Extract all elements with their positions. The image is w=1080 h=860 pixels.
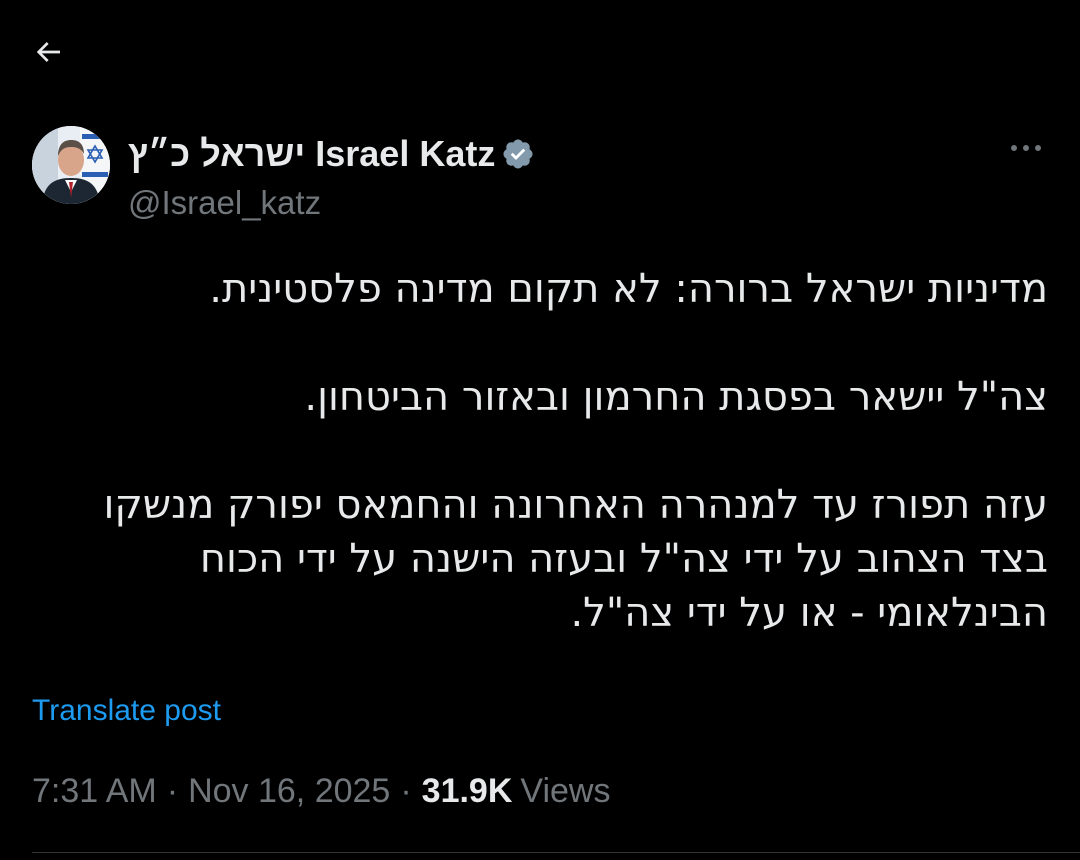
divider	[32, 852, 1080, 853]
post-line: מדיניות ישראל ברורה: לא תקום מדינה פלסטי…	[209, 266, 1048, 312]
display-name[interactable]: ישראל כ״ץ Israel Katz	[128, 133, 495, 175]
post-date[interactable]: Nov 16, 2025	[188, 772, 390, 811]
post-time[interactable]: 7:31 AM	[32, 772, 157, 811]
post-line: צה"ל יישאר בפסגת החרמון ובאזור הביטחון.	[304, 374, 1048, 420]
post-line: בצד הצהוב על ידי צה"ל ובעזה הישנה על ידי…	[199, 536, 1048, 582]
verified-badge-icon	[501, 137, 535, 171]
avatar[interactable]	[32, 126, 110, 204]
post-text: מדיניות ישראל ברורה: לא תקום מדינה פלסטי…	[32, 262, 1049, 640]
views-count: 31.9K	[421, 772, 513, 810]
post-header: ישראל כ״ץ Israel Katz @Israel_katz	[32, 126, 1056, 222]
post-line: הבינלאומי - או על ידי צה"ל.	[570, 590, 1048, 636]
profile-photo	[32, 126, 110, 204]
translate-post-link[interactable]: Translate post	[32, 694, 221, 728]
author-handle[interactable]: @Israel_katz	[128, 184, 321, 222]
arrow-left-icon	[36, 42, 60, 62]
more-options-button[interactable]	[996, 126, 1056, 170]
back-button[interactable]	[26, 30, 70, 74]
meta-separator: ·	[166, 772, 179, 810]
meta-separator: ·	[400, 772, 412, 810]
views-label: Views	[520, 772, 611, 810]
more-horizontal-icon	[1011, 145, 1041, 151]
post-meta: 7:31 AM · Nov 16, 2025 · 31.9K Views	[32, 772, 611, 811]
name-row: ישראל כ״ץ Israel Katz	[128, 132, 535, 176]
post-line: עזה תפורז עד למנהרה האחרונה והחמאס יפורק…	[103, 482, 1049, 528]
